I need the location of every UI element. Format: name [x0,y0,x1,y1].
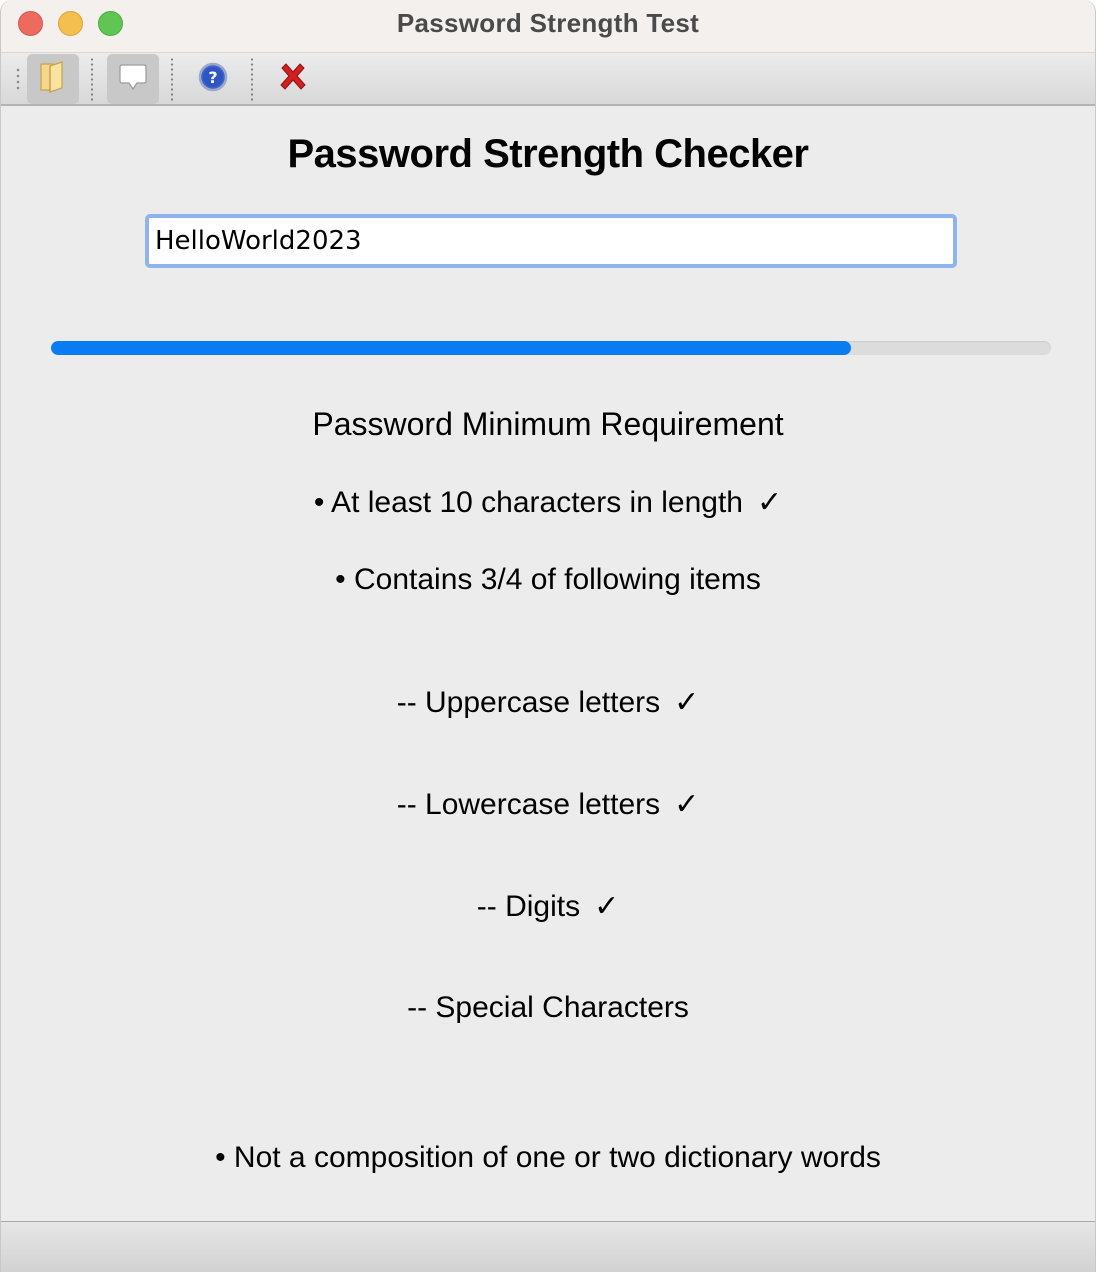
help-button[interactable]: ? [187,54,239,104]
password-input[interactable] [145,214,957,268]
toolbar-grip-handle[interactable] [16,67,20,91]
close-x-icon [277,61,309,98]
requirement-text: -- Digits [476,890,581,923]
check-mark-icon: ✓ [674,788,700,821]
requirements-title: Password Minimum Requirement [312,406,784,442]
strength-progress-fill [51,341,851,355]
requirement-special: -- Special Characters [1,991,1095,1025]
toolbar-separator [91,57,93,101]
strength-progress-bar [51,341,1051,355]
requirement-text: • At least 10 characters in length [313,486,743,519]
requirement-length: • At least 10 characters in length ✓ [1,485,1095,520]
window-title: Password Strength Test [396,8,700,38]
svg-text:?: ? [208,68,217,87]
requirement-digits: -- Digits ✓ [1,889,1095,924]
requirement-text: -- Lowercase letters [396,788,661,821]
requirement-text: -- Special Characters [407,991,689,1024]
open-folder-button[interactable] [27,54,79,104]
requirement-contains: • Contains 3/4 of following items [1,563,1095,597]
requirement-text: • Not a composition of one or two dictio… [215,1141,881,1174]
requirement-dictionary: • Not a composition of one or two dictio… [1,1141,1095,1175]
speech-bubble-icon [117,62,149,97]
page-title: Password Strength Checker [287,132,810,176]
requirement-text: -- Uppercase letters [396,686,661,719]
requirement-uppercase: -- Uppercase letters ✓ [1,685,1095,720]
app-window: Password Strength Test ? Password Streng… [0,0,1096,1272]
title-bar: Password Strength Test [1,0,1095,53]
folder-icon [38,60,68,99]
toolbar: ? [1,53,1095,106]
check-mark-icon: ✓ [674,686,700,719]
requirement-lowercase: -- Lowercase letters ✓ [1,787,1095,822]
toolbar-separator [171,57,173,101]
comment-button[interactable] [107,54,159,104]
check-mark-icon: ✓ [594,890,620,923]
status-bar [1,1221,1095,1272]
exit-button[interactable] [267,54,319,104]
help-icon: ? [198,62,228,97]
check-mark-icon: ✓ [756,486,783,519]
requirement-text: • Contains 3/4 of following items [335,563,761,596]
toolbar-separator [251,57,253,101]
